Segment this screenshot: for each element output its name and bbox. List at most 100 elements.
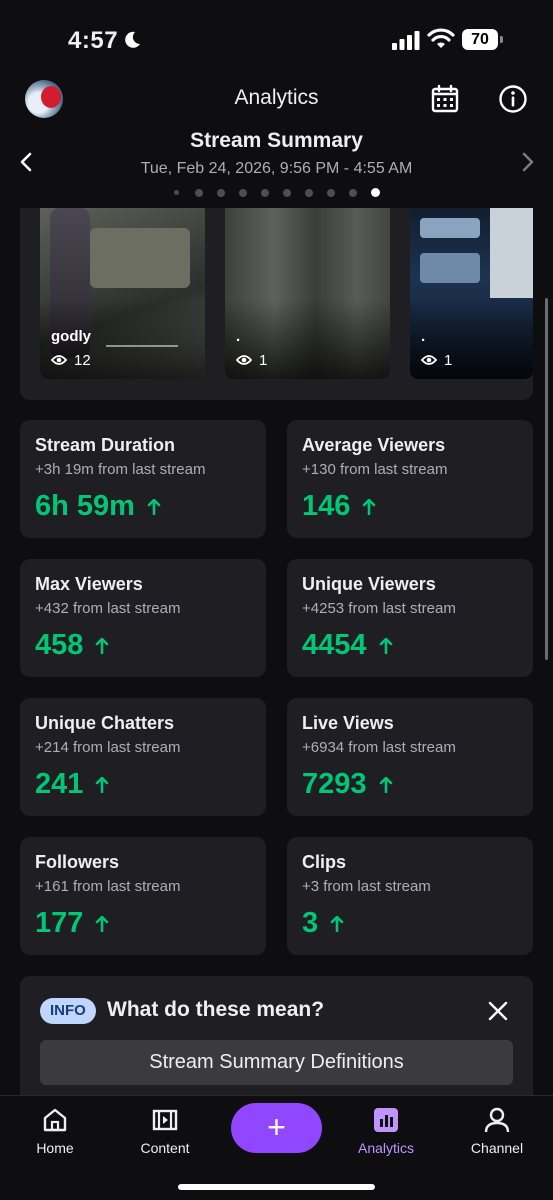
stat-card-followers: Followers +161 from last stream 177 xyxy=(20,837,266,955)
arrow-up-icon xyxy=(96,637,109,654)
home-icon xyxy=(43,1108,67,1132)
analytics-icon xyxy=(374,1108,398,1132)
clip-thumbnail[interactable]: . 1 xyxy=(410,208,533,379)
status-bar: 4:57 70 xyxy=(0,0,553,80)
stat-value: 6h 59m xyxy=(35,490,161,523)
arrow-up-icon xyxy=(96,915,109,932)
stat-card-max-viewers: Max Viewers +432 from last stream 458 xyxy=(20,559,266,677)
page-dot-active[interactable] xyxy=(371,188,380,197)
chevron-left-icon[interactable] xyxy=(16,150,36,174)
clip-views: 1 xyxy=(421,350,452,370)
clip-views: 12 xyxy=(51,350,91,370)
stat-value-text: 6h 59m xyxy=(35,490,135,522)
calendar-icon[interactable] xyxy=(430,84,460,114)
stat-label: Followers xyxy=(35,852,120,872)
scrollbar[interactable] xyxy=(545,298,548,660)
clip-view-count: 1 xyxy=(444,351,453,369)
summary-date-range: Tue, Feb 24, 2026, 9:56 PM - 4:55 AM xyxy=(140,160,413,177)
tab-channel[interactable]: Channel xyxy=(452,1106,542,1156)
arrow-up-icon xyxy=(96,776,109,793)
stat-value-text: 458 xyxy=(35,629,84,661)
stat-value: 146 xyxy=(302,490,376,523)
page-indicator[interactable] xyxy=(170,186,390,200)
page-dot[interactable] xyxy=(217,189,225,197)
stat-value: 3 xyxy=(302,907,344,940)
stat-value-text: 177 xyxy=(35,907,84,939)
definitions-question: What do these mean? xyxy=(107,998,325,1021)
stat-label: Unique Viewers xyxy=(302,574,436,594)
stat-value-text: 241 xyxy=(35,768,84,800)
arrow-up-icon xyxy=(330,915,344,932)
clip-caption: . xyxy=(421,328,426,345)
summary-title: Stream Summary xyxy=(190,129,363,152)
home-indicator xyxy=(178,1184,375,1190)
stat-value: 7293 xyxy=(302,768,393,801)
info-icon[interactable] xyxy=(498,84,528,114)
person-icon xyxy=(484,1107,510,1133)
stat-label: Average Viewers xyxy=(302,435,446,455)
stat-delta: +161 from last stream xyxy=(35,878,181,895)
stat-value: 458 xyxy=(35,629,109,662)
stat-card-stream-duration: Stream Duration +3h 19m from last stream… xyxy=(20,420,266,538)
page-dot[interactable] xyxy=(174,190,179,195)
wifi-icon xyxy=(427,28,455,48)
page-dot[interactable] xyxy=(195,189,203,197)
tab-label: Home xyxy=(36,1140,74,1156)
tab-label: Content xyxy=(140,1140,190,1156)
eye-icon xyxy=(236,355,252,365)
info-badge: INFO xyxy=(40,998,96,1024)
stat-card-unique-viewers: Unique Viewers +4253 from last stream 44… xyxy=(287,559,533,677)
clip-caption: . xyxy=(236,328,241,345)
clip-thumbnail[interactable]: . 1 xyxy=(225,208,390,379)
stat-delta: +3 from last stream xyxy=(302,878,431,895)
page-dot[interactable] xyxy=(327,189,335,197)
stat-value: 241 xyxy=(35,768,109,801)
arrow-up-icon xyxy=(147,498,161,515)
page-title: Analytics xyxy=(234,86,319,109)
clip-view-count: 12 xyxy=(74,351,91,369)
content-icon xyxy=(152,1109,178,1131)
tab-content[interactable]: Content xyxy=(120,1106,210,1156)
stat-card-average-viewers: Average Viewers +130 from last stream 14… xyxy=(287,420,533,538)
battery-indicator: 70 xyxy=(462,29,504,51)
eye-icon xyxy=(51,355,67,365)
cellular-signal-icon xyxy=(392,31,420,50)
stat-label: Live Views xyxy=(302,713,394,733)
chevron-right-icon[interactable] xyxy=(518,150,538,174)
page-dot[interactable] xyxy=(349,189,357,197)
close-icon[interactable] xyxy=(487,1000,509,1022)
tab-label: Analytics xyxy=(357,1140,415,1156)
tab-home[interactable]: Home xyxy=(10,1106,100,1156)
stat-delta: +214 from last stream xyxy=(35,739,181,756)
tab-label: Channel xyxy=(470,1140,524,1156)
stat-delta: +432 from last stream xyxy=(35,600,181,617)
stat-label: Max Viewers xyxy=(35,574,143,594)
clip-thumbnail[interactable]: godly 12 xyxy=(40,208,205,379)
create-button[interactable]: + xyxy=(231,1103,322,1153)
stat-label: Stream Duration xyxy=(35,435,176,455)
stat-delta: +130 from last stream xyxy=(302,461,448,478)
page-dot[interactable] xyxy=(283,189,291,197)
stat-delta: +6934 from last stream xyxy=(302,739,456,756)
stat-label: Clips xyxy=(302,852,347,872)
stat-value-text: 146 xyxy=(302,490,351,522)
page-dot[interactable] xyxy=(305,189,313,197)
arrow-up-icon xyxy=(379,776,392,793)
stat-card-live-views: Live Views +6934 from last stream 7293 xyxy=(287,698,533,816)
clip-views: 1 xyxy=(236,350,267,370)
stat-card-clips: Clips +3 from last stream 3 xyxy=(287,837,533,955)
moon-icon xyxy=(125,31,140,48)
stat-value: 177 xyxy=(35,907,109,940)
status-time: 4:57 xyxy=(68,27,119,54)
stat-label: Unique Chatters xyxy=(35,713,175,733)
page-dot[interactable] xyxy=(239,189,247,197)
stat-card-unique-chatters: Unique Chatters +214 from last stream 24… xyxy=(20,698,266,816)
arrow-up-icon xyxy=(379,637,392,654)
stat-delta: +4253 from last stream xyxy=(302,600,456,617)
page-dot[interactable] xyxy=(261,189,269,197)
definitions-button[interactable]: Stream Summary Definitions xyxy=(40,1040,513,1085)
stat-value: 4454 xyxy=(302,629,393,662)
eye-icon xyxy=(421,355,437,365)
tab-analytics[interactable]: Analytics xyxy=(341,1106,431,1156)
arrow-up-icon xyxy=(363,498,376,515)
